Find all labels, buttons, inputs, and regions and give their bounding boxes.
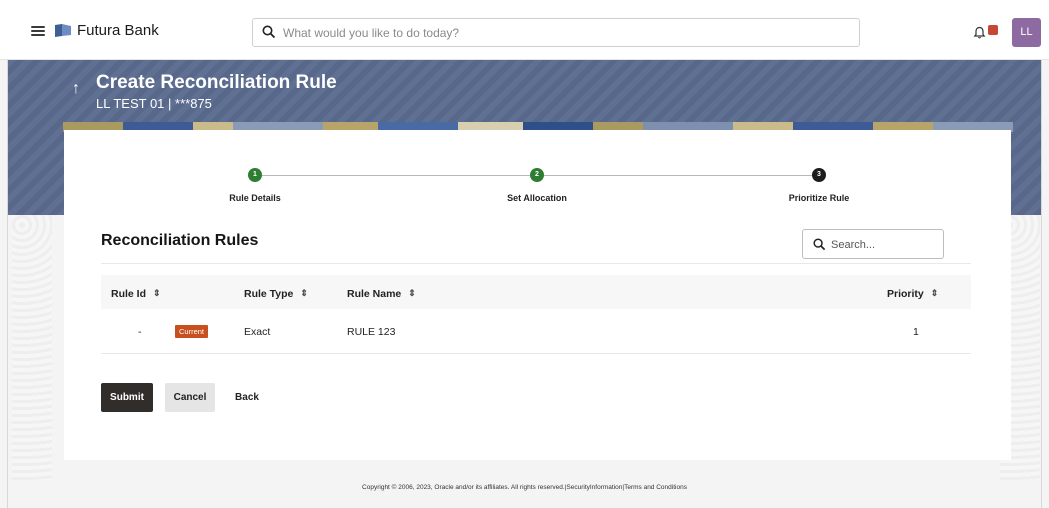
section-divider [101, 263, 971, 264]
column-header-rule-id[interactable]: Rule Id ⇕ [111, 288, 161, 300]
bank-logo-icon [55, 24, 71, 37]
sort-icon[interactable]: ⇕ [153, 288, 161, 299]
brand-name: Futura Bank [77, 22, 159, 39]
footer-copyright: Copyright © 2006, 2023, Oracle and/or it… [362, 484, 687, 491]
sort-icon[interactable]: ⇕ [408, 288, 416, 299]
step-3-label: Prioritize Rule [788, 193, 850, 203]
table-row[interactable]: - Current Exact RULE 123 1 [101, 309, 971, 354]
cell-priority: 1 [913, 326, 919, 338]
page-frame-left [7, 60, 8, 508]
table-header: Rule Id ⇕ Rule Type ⇕ Rule Name ⇕ Priority ⇕ [101, 275, 971, 309]
top-bar: Futura Bank LL [0, 0, 1049, 60]
stepper-line-2 [544, 175, 812, 176]
sort-icon[interactable]: ⇕ [931, 288, 939, 299]
left-decorative-pattern [12, 215, 52, 480]
submit-button[interactable]: Submit [101, 383, 153, 412]
step-2-label: Set Allocation [507, 193, 567, 203]
column-header-rule-type[interactable]: Rule Type ⇕ [244, 288, 308, 300]
cell-rule-type: Exact [244, 326, 271, 338]
cancel-button[interactable]: Cancel [165, 383, 215, 412]
rules-search[interactable] [802, 229, 944, 259]
search-icon [813, 238, 826, 251]
step-3-indicator: 3 [812, 168, 826, 182]
global-search[interactable] [252, 18, 860, 47]
back-arrow-icon[interactable]: ↑ [72, 80, 80, 98]
bell-icon[interactable] [973, 26, 986, 39]
global-search-input[interactable] [283, 23, 843, 43]
back-button[interactable]: Back [227, 383, 267, 412]
column-header-priority[interactable]: Priority ⇕ [887, 288, 938, 300]
page-frame-right [1041, 60, 1042, 508]
rules-search-input[interactable] [831, 236, 936, 253]
sort-icon[interactable]: ⇕ [300, 288, 308, 299]
column-header-rule-name[interactable]: Rule Name ⇕ [347, 288, 416, 300]
step-1-indicator[interactable]: 1 [248, 168, 262, 182]
search-icon [262, 25, 276, 39]
avatar[interactable]: LL [1012, 18, 1041, 47]
page-title: Create Reconciliation Rule [96, 72, 337, 93]
stepper-line-1 [262, 175, 530, 176]
menu-icon[interactable] [31, 26, 45, 36]
account-subtitle: LL TEST 01 | ***875 [96, 96, 212, 111]
notification-badge [988, 25, 998, 35]
step-2-indicator[interactable]: 2 [530, 168, 544, 182]
status-badge: Current [175, 325, 209, 338]
cell-rule-id: - [138, 326, 142, 338]
section-title: Reconciliation Rules [101, 232, 259, 249]
cell-rule-name: RULE 123 [347, 326, 396, 338]
step-1-label: Rule Details [229, 193, 281, 203]
